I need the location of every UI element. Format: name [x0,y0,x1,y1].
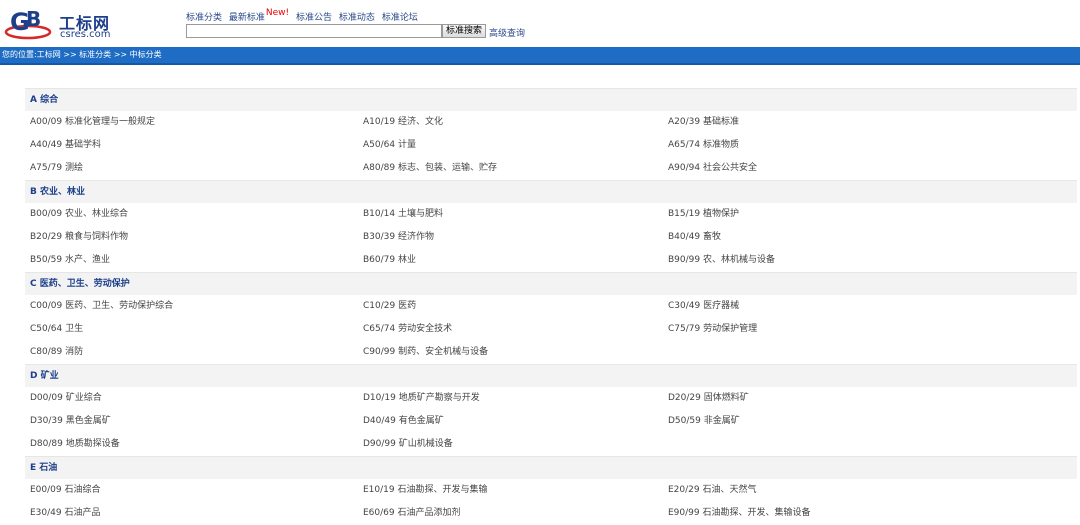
category-item[interactable]: B15/19 植物保护 [668,203,739,226]
category-heading-b[interactable]: B 农业、林业 [25,180,1077,203]
category-item[interactable]: E90/99 石油勘探、开发、集输设备 [668,502,811,525]
category-item[interactable]: B60/79 林业 [363,249,416,272]
nav-standard-news[interactable]: 标准动态 [339,13,375,23]
category-item[interactable]: D50/59 非金属矿 [668,410,740,433]
category-heading-c[interactable]: C 医药、卫生、劳动保护 [25,272,1077,295]
category-row: D80/89 地质勘探设备 D90/99 矿山机械设备 [25,433,1077,456]
category-row: B00/09 农业、林业综合 B10/14 土壤与肥料 B15/19 植物保护 [25,203,1077,226]
category-item[interactable]: C80/89 消防 [30,341,83,364]
gb-logo-icon: G B [4,7,52,40]
category-item[interactable]: C10/29 医药 [363,295,416,318]
category-item[interactable]: A20/39 基础标准 [668,111,739,134]
category-row: D00/09 矿业综合 D10/19 地质矿产勘察与开发 D20/29 固体燃料… [25,387,1077,410]
category-item[interactable]: D40/49 有色金属矿 [363,410,444,433]
category-item[interactable]: A65/74 标准物质 [668,134,739,157]
category-item[interactable]: B00/09 农业、林业综合 [30,203,128,226]
site-header: G B 工标网 csres.com 标准分类 最新标准New! 标准公告 标准动… [0,0,1080,46]
category-item[interactable]: B30/39 经济作物 [363,226,434,249]
category-item[interactable]: A90/94 社会公共安全 [668,157,757,180]
nav-standard-announcements[interactable]: 标准公告 [296,13,332,23]
category-item[interactable]: E00/09 石油综合 [30,479,100,502]
category-item[interactable]: C50/64 卫生 [30,318,83,341]
category-item[interactable]: A00/09 标准化管理与一般规定 [30,111,155,134]
category-item[interactable]: E30/49 石油产品 [30,502,100,525]
category-row: B20/29 粮食与饲料作物 B30/39 经济作物 B40/49 畜牧 [25,226,1077,249]
category-row: A40/49 基础学科 A50/64 计量 A65/74 标准物质 [25,134,1077,157]
category-row: C80/89 消防 C90/99 制药、安全机械与设备 [25,341,1077,364]
category-item[interactable]: E10/19 石油勘探、开发与集输 [363,479,488,502]
breadcrumb: 您的位置:工标网 >> 标准分类 >> 中标分类 [2,50,162,59]
category-item[interactable]: B40/49 畜牧 [668,226,721,249]
category-heading-a[interactable]: A 综合 [25,88,1077,111]
category-item[interactable]: C75/79 劳动保护管理 [668,318,757,341]
category-item[interactable]: D80/89 地质勘探设备 [30,433,120,456]
nav-standard-categories[interactable]: 标准分类 [186,13,222,23]
category-item[interactable]: D90/99 矿山机械设备 [363,433,453,456]
category-row: C50/64 卫生 C65/74 劳动安全技术 C75/79 劳动保护管理 [25,318,1077,341]
category-row: E30/49 石油产品 E60/69 石油产品添加剂 E90/99 石油勘探、开… [25,502,1077,525]
category-heading-e[interactable]: E 石油 [25,456,1077,479]
category-item[interactable]: B10/14 土壤与肥料 [363,203,443,226]
category-item[interactable]: A75/79 测绘 [30,157,83,180]
search-button[interactable]: 标准搜索 [442,24,487,38]
nav-standard-forum[interactable]: 标准论坛 [382,13,418,23]
category-row: E00/09 石油综合 E10/19 石油勘探、开发与集输 E20/29 石油、… [25,479,1077,502]
category-item[interactable]: E60/69 石油产品添加剂 [363,502,460,525]
category-item[interactable]: C65/74 劳动安全技术 [363,318,452,341]
category-item[interactable]: B20/29 粮食与饲料作物 [30,226,128,249]
category-item[interactable]: C30/49 医疗器械 [668,295,739,318]
category-item[interactable]: A10/19 经济、文化 [363,111,443,134]
new-badge: New! [265,8,290,18]
search-input[interactable] [186,24,442,38]
category-row: A00/09 标准化管理与一般规定 A10/19 经济、文化 A20/39 基础… [25,111,1077,134]
advanced-search-link[interactable]: 高级查询 [489,26,525,39]
category-item[interactable]: C00/09 医药、卫生、劳动保护综合 [30,295,173,318]
category-row: B50/59 水产、渔业 B60/79 林业 B90/99 农、林机械与设备 [25,249,1077,272]
category-item[interactable]: A80/89 标志、包装、运输、贮存 [363,157,497,180]
category-row: D30/39 黑色金属矿 D40/49 有色金属矿 D50/59 非金属矿 [25,410,1077,433]
top-nav: 标准分类 最新标准New! 标准公告 标准动态 标准论坛 [186,8,422,23]
category-item[interactable]: A40/49 基础学科 [30,134,101,157]
category-item[interactable]: D00/09 矿业综合 [30,387,102,410]
svg-text:B: B [26,7,41,31]
logo-subtitle: csres.com [60,29,111,40]
category-item[interactable]: C90/99 制药、安全机械与设备 [363,341,488,364]
category-item[interactable]: B90/99 农、林机械与设备 [668,249,775,272]
category-item[interactable]: D30/39 黑色金属矿 [30,410,111,433]
site-logo[interactable]: G B 工标网 csres.com [4,2,124,42]
category-row: A75/79 测绘 A80/89 标志、包装、运输、贮存 A90/94 社会公共… [25,157,1077,180]
category-item[interactable]: D20/29 固体燃料矿 [668,387,749,410]
category-list: A 综合 A00/09 标准化管理与一般规定 A10/19 经济、文化 A20/… [25,88,1077,525]
category-heading-d[interactable]: D 矿业 [25,364,1077,387]
category-row: C00/09 医药、卫生、劳动保护综合 C10/29 医药 C30/49 医疗器… [25,295,1077,318]
category-item[interactable]: E20/29 石油、天然气 [668,479,756,502]
category-item[interactable]: B50/59 水产、渔业 [30,249,110,272]
category-item[interactable]: A50/64 计量 [363,134,416,157]
category-item[interactable]: D10/19 地质矿产勘察与开发 [363,387,480,410]
nav-latest-standards[interactable]: 最新标准 [229,13,265,23]
breadcrumb-bar: 您的位置:工标网 >> 标准分类 >> 中标分类 [0,47,1080,65]
